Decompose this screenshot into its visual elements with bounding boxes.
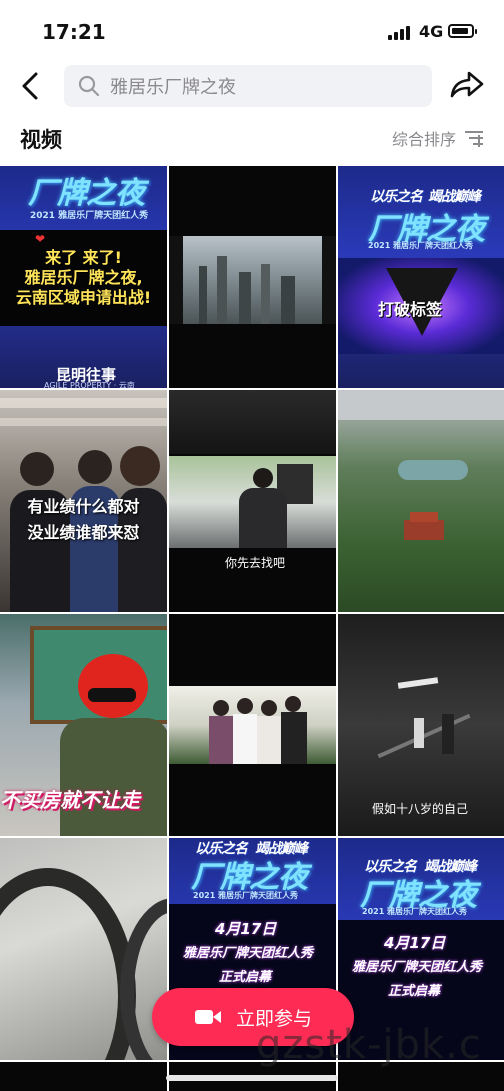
video-banner: 厂牌之夜	[28, 176, 145, 211]
video-card[interactable]: 以乐之名 竭战巅峰 厂牌之夜 2021 雅居乐厂牌天团红人秀 打破标签	[338, 166, 504, 388]
video-card[interactable]: 厂牌之夜 2021 雅居乐厂牌天团红人秀 ❤ 来了 来了! 雅居乐厂牌之夜, 云…	[0, 166, 167, 388]
video-caption-line: 没业绩谁都来怼	[27, 523, 140, 542]
video-caption-line: 雅居乐厂牌之夜,	[24, 268, 143, 287]
video-caption: 打破标签	[378, 300, 443, 319]
video-caption-line: 云南区域申请出战!	[15, 288, 152, 307]
video-banner-sub: 2021 雅居乐厂牌天团红人秀	[368, 241, 474, 250]
video-line3: 正式启幕	[219, 970, 272, 985]
video-banner-top: 以乐之名	[370, 189, 423, 205]
home-indicator[interactable]	[166, 1075, 338, 1081]
watermark-text: gzstk-jbk.c	[256, 1022, 482, 1068]
video-card[interactable]: 你先去找吧	[169, 390, 336, 612]
video-card[interactable]	[169, 614, 336, 836]
video-card[interactable]	[0, 1062, 167, 1091]
video-thumbnail: 打破标签	[338, 258, 504, 354]
sort-label: 综合排序	[391, 130, 456, 149]
video-line3: 正式启幕	[388, 984, 441, 999]
video-banner-sub: 2021 雅居乐厂牌天团红人秀	[30, 211, 149, 221]
video-line2: 雅居乐厂牌天团红人秀	[352, 960, 483, 975]
share-icon	[450, 71, 484, 98]
video-card[interactable]	[338, 390, 504, 612]
video-caption-panel: ❤ 来了 来了! 雅居乐厂牌之夜, 云南区域申请出战!	[0, 230, 167, 326]
video-camera-icon	[194, 1010, 221, 1024]
video-banner-top2: 竭战巅峰	[428, 189, 481, 205]
battery-icon	[448, 24, 477, 38]
search-header	[0, 62, 504, 112]
heart-icon: ❤	[35, 232, 46, 246]
video-card[interactable]	[0, 838, 167, 1060]
video-grid: 厂牌之夜 2021 雅居乐厂牌天团红人秀 ❤ 来了 来了! 雅居乐厂牌之夜, 云…	[0, 166, 504, 1091]
video-thumbnail	[169, 236, 336, 324]
video-card[interactable]: 不买房就不让走	[0, 614, 167, 836]
video-thumbnail	[169, 686, 336, 764]
video-thumbnail	[169, 456, 336, 548]
section-header: 视频 综合排序	[0, 114, 504, 164]
video-line2: 雅居乐厂牌天团红人秀	[183, 946, 314, 961]
video-brand-en: AGILE PROPERTY · 云南	[44, 381, 135, 388]
video-date-line: 4月17日	[215, 920, 277, 938]
network-label: 4G	[419, 22, 444, 41]
video-banner-sub: 2021 雅居乐厂牌天团红人秀	[193, 891, 299, 900]
video-card[interactable]: 假如十八岁的自己	[338, 614, 504, 836]
status-time: 17:21	[42, 20, 106, 44]
video-caption-line: 来了 来了!	[45, 248, 122, 267]
search-bar[interactable]	[64, 65, 432, 109]
back-button[interactable]	[16, 68, 48, 104]
video-card[interactable]: 有业绩什么都对 没业绩谁都来怼	[0, 390, 167, 612]
search-input[interactable]	[108, 65, 422, 109]
video-caption: 你先去找吧	[225, 556, 286, 570]
status-bar: 17:21 4G	[0, 0, 504, 62]
signal-icon	[388, 26, 412, 40]
video-date-line: 4月17日	[384, 934, 446, 952]
video-caption-line: 有业绩什么都对	[27, 497, 140, 516]
filter-icon	[465, 131, 483, 147]
search-icon	[78, 75, 100, 97]
video-banner-sub: 2021 雅居乐厂牌天团红人秀	[362, 907, 468, 916]
section-title: 视频	[20, 128, 62, 152]
sort-button[interactable]: 综合排序	[392, 126, 484, 150]
video-caption: 假如十八岁的自己	[372, 802, 469, 816]
share-button[interactable]	[449, 69, 485, 101]
chevron-left-icon	[22, 72, 38, 100]
video-card[interactable]	[169, 166, 336, 388]
video-caption: 不买房就不让走	[0, 788, 140, 812]
